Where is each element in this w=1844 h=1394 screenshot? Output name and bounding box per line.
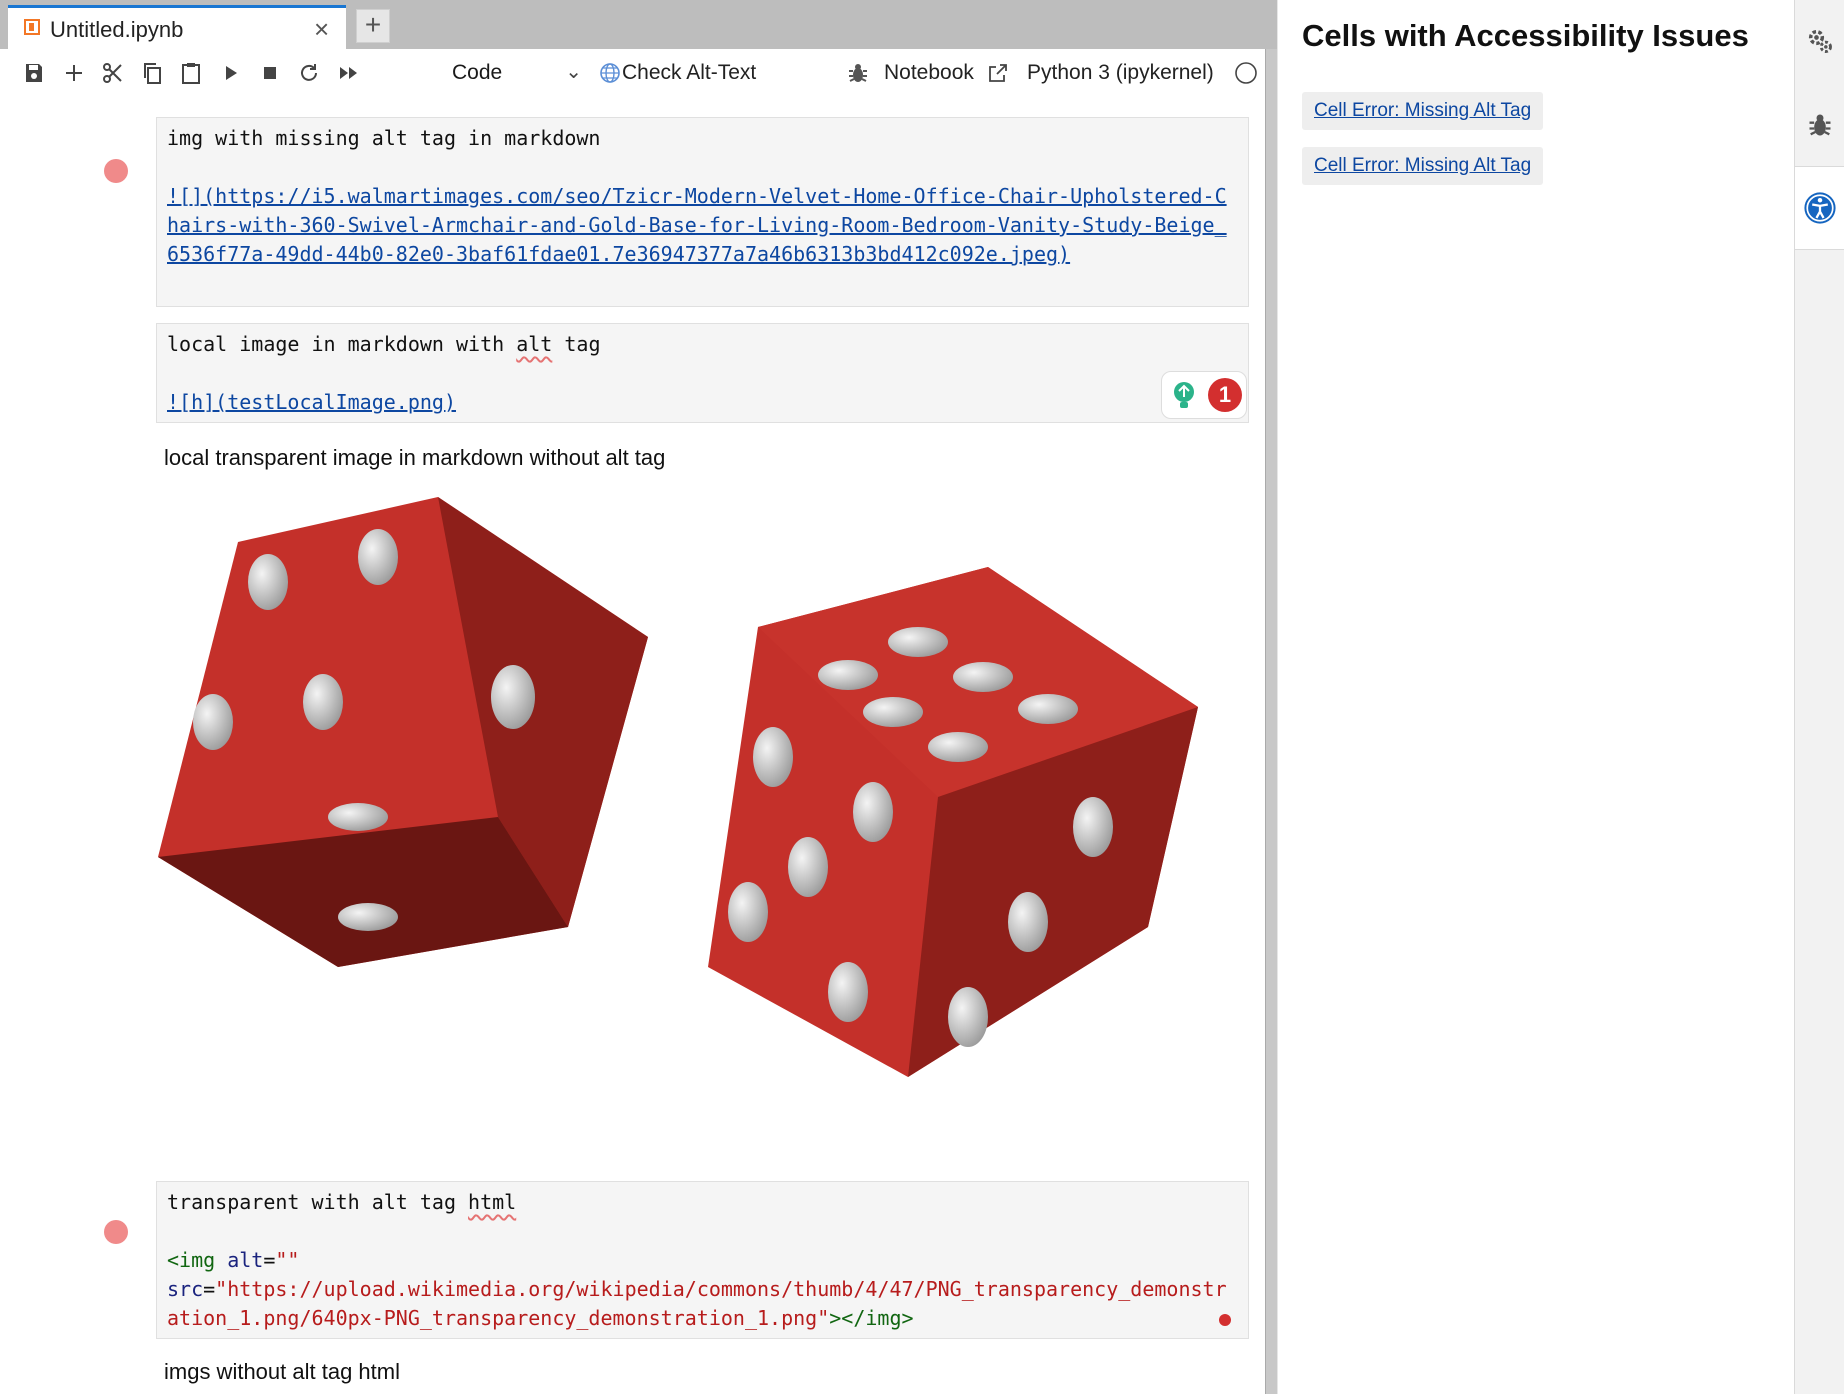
copy-icon[interactable] [136,57,168,89]
restart-icon[interactable] [293,57,325,89]
debugger-bug-icon[interactable] [1795,100,1844,150]
issue-count-badge: 1 [1208,378,1242,412]
new-tab-button[interactable]: + [356,9,390,43]
insert-cell-icon[interactable] [58,57,90,89]
dice-image [158,497,1198,1077]
markdown-cell-local-image[interactable]: local image in markdown with alt tag ![h… [156,323,1249,423]
right-die [708,567,1198,1077]
cell-error-dot [104,159,128,183]
rendered-markdown-text: imgs without alt tag html [164,1359,400,1384]
diagnostic-dot [1219,1314,1231,1326]
notebook-panel: img with missing alt tag in markdown ![]… [8,97,1265,1394]
markdown-cell-missing-alt[interactable]: img with missing alt tag in markdown ![]… [156,117,1249,307]
cell-type-select[interactable]: Code ⌄ [444,53,588,91]
cell-type-value: Code [452,61,503,84]
lightbulb-icon [1174,382,1194,408]
html-cell-empty-alt[interactable]: transparent with alt tag html <img alt="… [156,1181,1249,1339]
issue-button[interactable]: Cell Error: Missing Alt Tag [1302,92,1544,130]
panel-title: Cells with Accessibility Issues [1302,18,1749,53]
right-sidebar [1794,0,1844,1394]
accessibility-issues-panel: Cells with Accessibility Issues Cell Err… [1277,0,1795,1394]
issue-button[interactable]: Cell Error: Missing Alt Tag [1302,147,1544,185]
kernel-name[interactable]: Python 3 (ipykernel) [1027,61,1214,85]
check-alt-text-button[interactable]: Check Alt-Text [622,61,756,85]
external-link-icon[interactable] [982,57,1014,89]
left-die [158,497,648,967]
fast-forward-icon[interactable] [333,57,365,89]
tab-untitled-notebook[interactable]: Untitled.ipynb × [8,5,346,49]
tab-title: Untitled.ipynb [50,17,184,42]
close-tab-icon[interactable]: × [314,14,329,45]
kernel-status-idle-icon [1230,57,1262,89]
chevron-down-icon: ⌄ [565,61,582,83]
property-inspector-gears-icon[interactable] [1795,16,1844,66]
notebook-scrollbar[interactable] [1265,0,1278,1394]
rendered-markdown-text: local transparent image in markdown with… [164,445,666,470]
accessibility-icon[interactable] [1795,166,1844,250]
paste-icon[interactable] [175,57,207,89]
html-code: <img alt="" src="https://upload.wikimedi… [167,1248,1227,1330]
debugger-bug-icon[interactable] [842,57,874,89]
save-icon[interactable] [18,57,50,89]
cell-text: transparent with alt tag html [167,1190,517,1214]
markdown-image-link[interactable]: ![](https://i5.walmartimages.com/seo/Tzi… [167,182,1238,269]
notebook-toolbar: Code ⌄ Check Alt-Text Notebook Python 3 … [8,49,1265,99]
jupyterlab-lsp-badge[interactable]: 1 [1161,371,1247,419]
notebook-icon [24,19,40,35]
stop-icon[interactable] [254,57,286,89]
cut-icon[interactable] [97,57,129,89]
cell-error-dot [104,1220,128,1244]
markdown-image-link[interactable]: ![h](testLocalImage.png) [167,388,1238,417]
cell-text: local image in markdown with alt tag [167,332,601,356]
cell-text: img with missing alt tag in markdown [167,126,601,150]
open-notebook-button[interactable]: Notebook [884,61,974,85]
run-icon[interactable] [215,57,247,89]
